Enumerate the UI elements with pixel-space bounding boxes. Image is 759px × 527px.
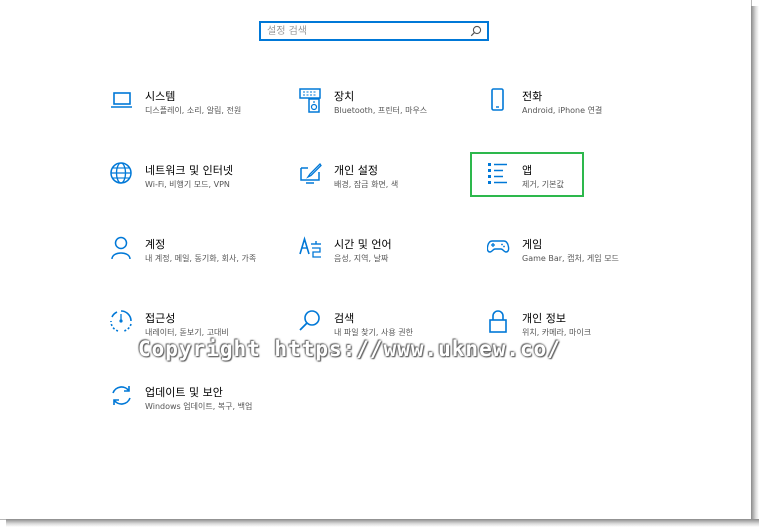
tile-personalization[interactable]: 개인 설정 배경, 잠금 화면, 색: [299, 162, 479, 212]
tile-title: 네트워크 및 인터넷: [145, 164, 233, 177]
laptop-icon: [111, 92, 132, 108]
search-icon: [299, 310, 320, 331]
tile-subtitle: 배경, 잠금 화면, 색: [334, 180, 399, 189]
tile-gaming[interactable]: 게임 Game Bar, 캡처, 게임 모드: [487, 236, 667, 286]
tile-subtitle: 내 계정, 메일, 동기화, 회사, 가족: [145, 254, 257, 263]
tile-subtitle: Android, iPhone 연결: [522, 106, 603, 115]
selection-highlight: [470, 152, 584, 197]
lock-icon: [489, 310, 507, 333]
search-input[interactable]: [267, 24, 467, 38]
tile-title: 장치: [334, 90, 355, 103]
time-language-icon: [299, 236, 321, 258]
tile-title: 업데이트 및 보안: [145, 386, 223, 399]
globe-icon: [110, 162, 132, 184]
tile-title: 게임: [522, 238, 543, 251]
tile-devices[interactable]: 장치 Bluetooth, 프린터, 마우스: [299, 88, 479, 138]
tile-time-language[interactable]: 시간 및 언어 음성, 지역, 날짜: [299, 236, 479, 286]
tile-title: 전화: [522, 90, 543, 103]
tile-title: 시간 및 언어: [334, 238, 392, 251]
accessibility-icon: [110, 310, 132, 332]
paint-monitor-icon: [300, 162, 322, 184]
tile-update-security[interactable]: 업데이트 및 보안 Windows 업데이트, 복구, 백업: [110, 384, 290, 434]
tile-subtitle: Bluetooth, 프린터, 마우스: [334, 106, 428, 115]
tile-subtitle: 음성, 지역, 날짜: [334, 254, 389, 263]
tile-title: 검색: [334, 312, 355, 325]
tile-network[interactable]: 네트워크 및 인터넷 Wi-Fi, 비행기 모드, VPN: [110, 162, 290, 212]
watermark: Copyright https://www.uknew.co/: [138, 337, 561, 361]
tile-title: 계정: [145, 238, 166, 251]
search-box[interactable]: [259, 21, 489, 41]
window-shadow-bottom: [6, 519, 759, 527]
sync-icon: [112, 386, 131, 405]
gamepad-icon: [487, 240, 510, 253]
tile-accounts[interactable]: 계정 내 계정, 메일, 동기화, 회사, 가족: [110, 236, 290, 286]
tile-title: 접근성: [145, 312, 176, 325]
tile-title: 개인 정보: [522, 312, 566, 325]
tile-subtitle: Windows 업데이트, 복구, 백업: [145, 402, 253, 411]
phone-icon: [491, 88, 504, 111]
tile-subtitle: Game Bar, 캡처, 게임 모드: [522, 254, 619, 263]
tile-title: 개인 설정: [334, 164, 378, 177]
settings-window: 시스템 디스플레이, 소리, 알림, 전원 장치 Bluetooth, 프린터,…: [0, 0, 752, 520]
keyboard-speaker-icon: [299, 88, 321, 113]
window-shadow-right: [751, 6, 759, 527]
tile-title: 시스템: [145, 90, 176, 103]
search-icon[interactable]: [469, 24, 483, 38]
tile-phone[interactable]: 전화 Android, iPhone 연결: [487, 88, 667, 138]
tile-subtitle: 디스플레이, 소리, 알림, 전원: [145, 106, 242, 115]
person-icon: [111, 236, 131, 260]
tile-system[interactable]: 시스템 디스플레이, 소리, 알림, 전원: [110, 88, 290, 138]
tile-subtitle: Wi-Fi, 비행기 모드, VPN: [145, 180, 230, 189]
